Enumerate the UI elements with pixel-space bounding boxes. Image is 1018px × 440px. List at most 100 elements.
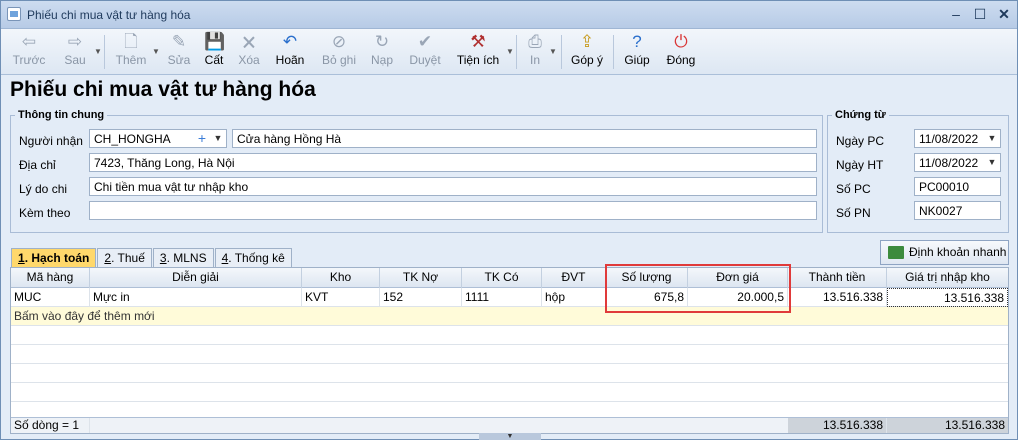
cell-credit-account[interactable]: 1111 — [462, 288, 542, 307]
delete-button[interactable]: 🗙 Xóa — [234, 31, 264, 73]
unpost-icon: ⊘ — [331, 32, 347, 51]
col-amount[interactable]: Thành tiền — [788, 268, 887, 288]
empty-row — [11, 364, 1008, 383]
attachment-label: Kèm theo — [19, 206, 71, 220]
minimize-icon[interactable]: – — [949, 7, 963, 21]
add-dropdown-icon[interactable]: ▼ — [152, 47, 160, 56]
empty-row — [11, 383, 1008, 402]
cell-item-code[interactable]: MUC — [11, 288, 90, 307]
maximize-icon[interactable]: ☐ — [973, 7, 987, 21]
tab-mlns[interactable]: 3. MLNS — [152, 248, 214, 267]
add-button[interactable]: 🗋 Thêm — [113, 31, 149, 73]
address-label: Địa chỉ — [19, 158, 56, 172]
tab-tax[interactable]: 2. Thuế — [97, 248, 152, 267]
voucher-no-input[interactable]: PC00010 — [914, 177, 1001, 196]
col-stock-value[interactable]: Giá trị nhập kho — [887, 268, 1008, 288]
close-form-button[interactable]: ⏻ Đóng — [663, 31, 699, 73]
receipt-no-label: Số PN — [836, 206, 871, 220]
col-credit-account[interactable]: TK Có — [462, 268, 542, 288]
title-bar: Phiếu chi mua vật tư hàng hóa – ☐ ✕ — [1, 1, 1017, 29]
main-window: Phiếu chi mua vật tư hàng hóa – ☐ ✕ ⇦ Trư… — [0, 0, 1018, 440]
receipt-no-input[interactable]: NK0027 — [914, 201, 1001, 220]
help-button[interactable]: ? Giúp — [621, 31, 653, 73]
tab-statistics[interactable]: 4. Thống kê — [214, 248, 292, 267]
grid-header: Mã hàng Diễn giải Kho TK Nợ TK Có ĐVT Số… — [11, 268, 1008, 288]
print-button[interactable]: ⎙ In — [523, 31, 547, 73]
tab-accounting[interactable]: 1. Hạch toán — [11, 248, 97, 267]
recipient-name-input[interactable]: Cửa hàng Hồng Hà — [232, 129, 817, 148]
undo-icon: ↶ — [282, 32, 298, 51]
recipient-code-combo[interactable]: CH_HONGHA + ▼ — [89, 129, 227, 148]
date-pc-picker[interactable]: 11/08/2022 ▼ — [914, 129, 1001, 148]
tools-icon: ⚒ — [470, 32, 486, 51]
reason-label: Lý do chi — [19, 182, 68, 196]
address-input[interactable]: 7423, Thăng Long, Hà Nội — [89, 153, 817, 172]
reason-input[interactable]: Chi tiền mua vật tư nhập kho — [89, 177, 817, 196]
app-icon — [7, 7, 21, 21]
attachment-input[interactable] — [89, 201, 817, 220]
printer-icon: ⎙ — [528, 32, 542, 51]
arrow-left-icon: ⇦ — [21, 32, 37, 51]
chevron-down-icon[interactable]: ▼ — [984, 130, 1000, 147]
reload-icon: ↻ — [374, 32, 390, 51]
help-icon: ? — [632, 32, 642, 51]
unpost-button[interactable]: ⊘ Bỏ ghi — [319, 31, 359, 73]
next-button[interactable]: ⇨ Sau — [57, 31, 93, 73]
postpone-button[interactable]: ↶ Hoãn — [273, 31, 307, 73]
chevron-down-icon[interactable]: ▼ — [210, 130, 226, 147]
grid-footer: Số dòng = 1 13.516.338 13.516.338 — [11, 417, 1008, 433]
edit-document-icon: ✎ — [171, 32, 187, 51]
table-row[interactable]: MUC Mực in KVT 152 1111 hộp 675,8 20.000… — [11, 288, 1008, 307]
utilities-dropdown-icon[interactable]: ▼ — [506, 47, 514, 56]
feedback-icon: ⇪ — [579, 32, 595, 51]
cell-description[interactable]: Mực in — [90, 288, 302, 307]
empty-row — [11, 345, 1008, 364]
reload-button[interactable]: ↻ Nạp — [367, 31, 397, 73]
power-icon: ⏻ — [674, 32, 688, 51]
prev-button[interactable]: ⇦ Trước — [9, 31, 49, 73]
window-title: Phiếu chi mua vật tư hàng hóa — [27, 8, 191, 22]
edit-button[interactable]: ✎ Sửa — [164, 31, 194, 73]
accounting-grid: Mã hàng Diễn giải Kho TK Nợ TK Có ĐVT Số… — [10, 267, 1009, 434]
col-unit[interactable]: ĐVT — [542, 268, 606, 288]
approve-button[interactable]: ✔ Duyệt — [406, 31, 444, 73]
chevron-down-icon[interactable]: ▼ — [984, 154, 1000, 171]
col-debit-account[interactable]: TK Nợ — [380, 268, 462, 288]
feedback-button[interactable]: ⇪ Góp ý — [567, 31, 607, 73]
detail-tabs: 1. Hạch toán 2. Thuế 3. MLNS 4. Thống kê — [11, 248, 293, 267]
approve-check-icon: ✔ — [417, 32, 433, 51]
delete-icon: 🗙 — [242, 32, 256, 51]
add-recipient-icon[interactable]: + — [198, 130, 206, 147]
cell-unit[interactable]: hộp — [542, 288, 606, 307]
empty-row — [11, 326, 1008, 345]
cell-warehouse[interactable]: KVT — [302, 288, 380, 307]
date-ht-picker[interactable]: 11/08/2022 ▼ — [914, 153, 1001, 172]
print-dropdown-icon[interactable]: ▼ — [549, 47, 557, 56]
date-ht-label: Ngày HT — [836, 158, 884, 172]
voucher-legend: Chứng từ — [835, 109, 886, 121]
date-pc-label: Ngày PC — [836, 134, 885, 148]
col-warehouse[interactable]: Kho — [302, 268, 380, 288]
quick-entry-button[interactable]: Định khoản nhanh — [880, 240, 1009, 265]
toolbar: ⇦ Trước ⇨ Sau ▼ 🗋 Thêm ▼ ✎ Sửa 💾 Cất 🗙 Xóa ↶ Ho… — [1, 29, 1017, 75]
page-title: Phiếu chi mua vật tư hàng hóa — [10, 78, 316, 101]
total-stock-value: 13.516.338 — [887, 418, 1008, 433]
arrow-right-icon: ⇨ — [67, 32, 83, 51]
general-info-legend: Thông tin chung — [18, 109, 105, 121]
splitter-grip[interactable]: ▼ — [479, 433, 541, 440]
cell-amount[interactable]: 13.516.338 — [788, 288, 887, 307]
recipient-label: Người nhận — [19, 134, 83, 148]
cell-stock-value[interactable]: 13.516.338 — [887, 288, 1008, 307]
add-new-row-hint: Bấm vào đây để thêm mới — [14, 309, 155, 323]
utilities-button[interactable]: ⚒ Tiện ích — [455, 31, 501, 73]
quick-entry-icon — [888, 246, 904, 259]
col-description[interactable]: Diễn giải — [90, 268, 302, 288]
close-icon[interactable]: ✕ — [997, 7, 1011, 21]
voucher-no-label: Số PC — [836, 182, 871, 196]
col-item-code[interactable]: Mã hàng — [11, 268, 90, 288]
total-amount: 13.516.338 — [788, 418, 887, 433]
next-dropdown-icon[interactable]: ▼ — [94, 47, 102, 56]
cell-debit-account[interactable]: 152 — [380, 288, 462, 307]
add-new-row[interactable]: Bấm vào đây để thêm mới — [11, 307, 1008, 326]
save-button[interactable]: 💾 Cất — [200, 31, 228, 73]
